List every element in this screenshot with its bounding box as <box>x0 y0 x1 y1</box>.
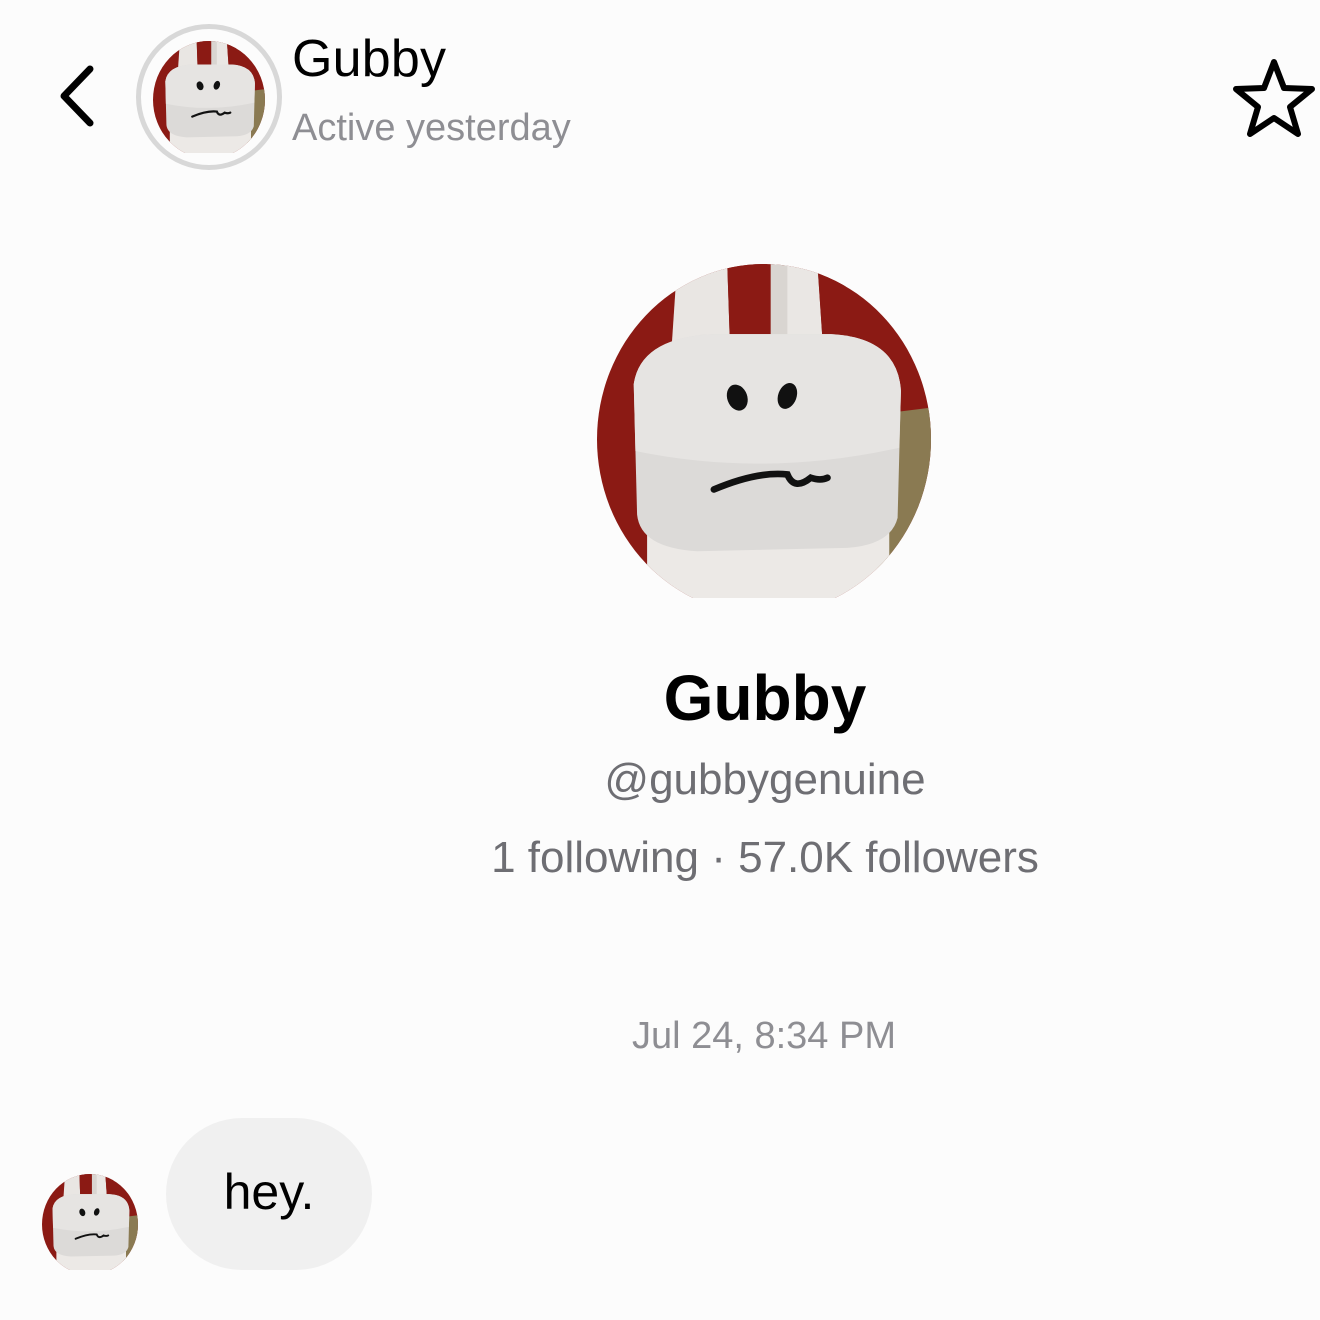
message-text: hey. <box>223 1164 315 1220</box>
profile-stats: 1 following · 57.0K followers <box>0 830 1320 886</box>
header-avatar[interactable] <box>136 24 282 170</box>
sender-avatar[interactable] <box>42 1174 138 1275</box>
stats-separator: · <box>711 833 726 882</box>
profile-display-name: Gubby <box>663 662 867 734</box>
profile-handle[interactable]: @gubbygenuine <box>0 752 1320 808</box>
activity-status: Active yesterday <box>292 107 571 149</box>
chevron-left-icon <box>60 65 94 127</box>
message-bubble[interactable]: hey. <box>166 1118 372 1270</box>
followers-count[interactable]: 57.0K followers <box>738 833 1039 882</box>
following-count[interactable]: 1 following <box>491 833 699 882</box>
star-outline-icon <box>1233 59 1315 137</box>
favorite-button[interactable] <box>1232 56 1316 140</box>
avatar-image <box>597 264 931 598</box>
header-title-block[interactable]: Gubby Active yesterday <box>292 28 571 152</box>
avatar-image <box>42 1174 138 1275</box>
dm-thread-screen: Gubby Active yesterday Gubby @gubbygenui… <box>0 0 1320 1320</box>
chat-header: Gubby Active yesterday <box>0 0 1320 180</box>
header-username: Gubby <box>292 30 447 88</box>
back-button[interactable] <box>46 56 106 136</box>
profile-avatar[interactable] <box>597 264 931 598</box>
message-timestamp: Jul 24, 8:34 PM <box>631 1015 897 1057</box>
avatar-image <box>153 41 265 153</box>
